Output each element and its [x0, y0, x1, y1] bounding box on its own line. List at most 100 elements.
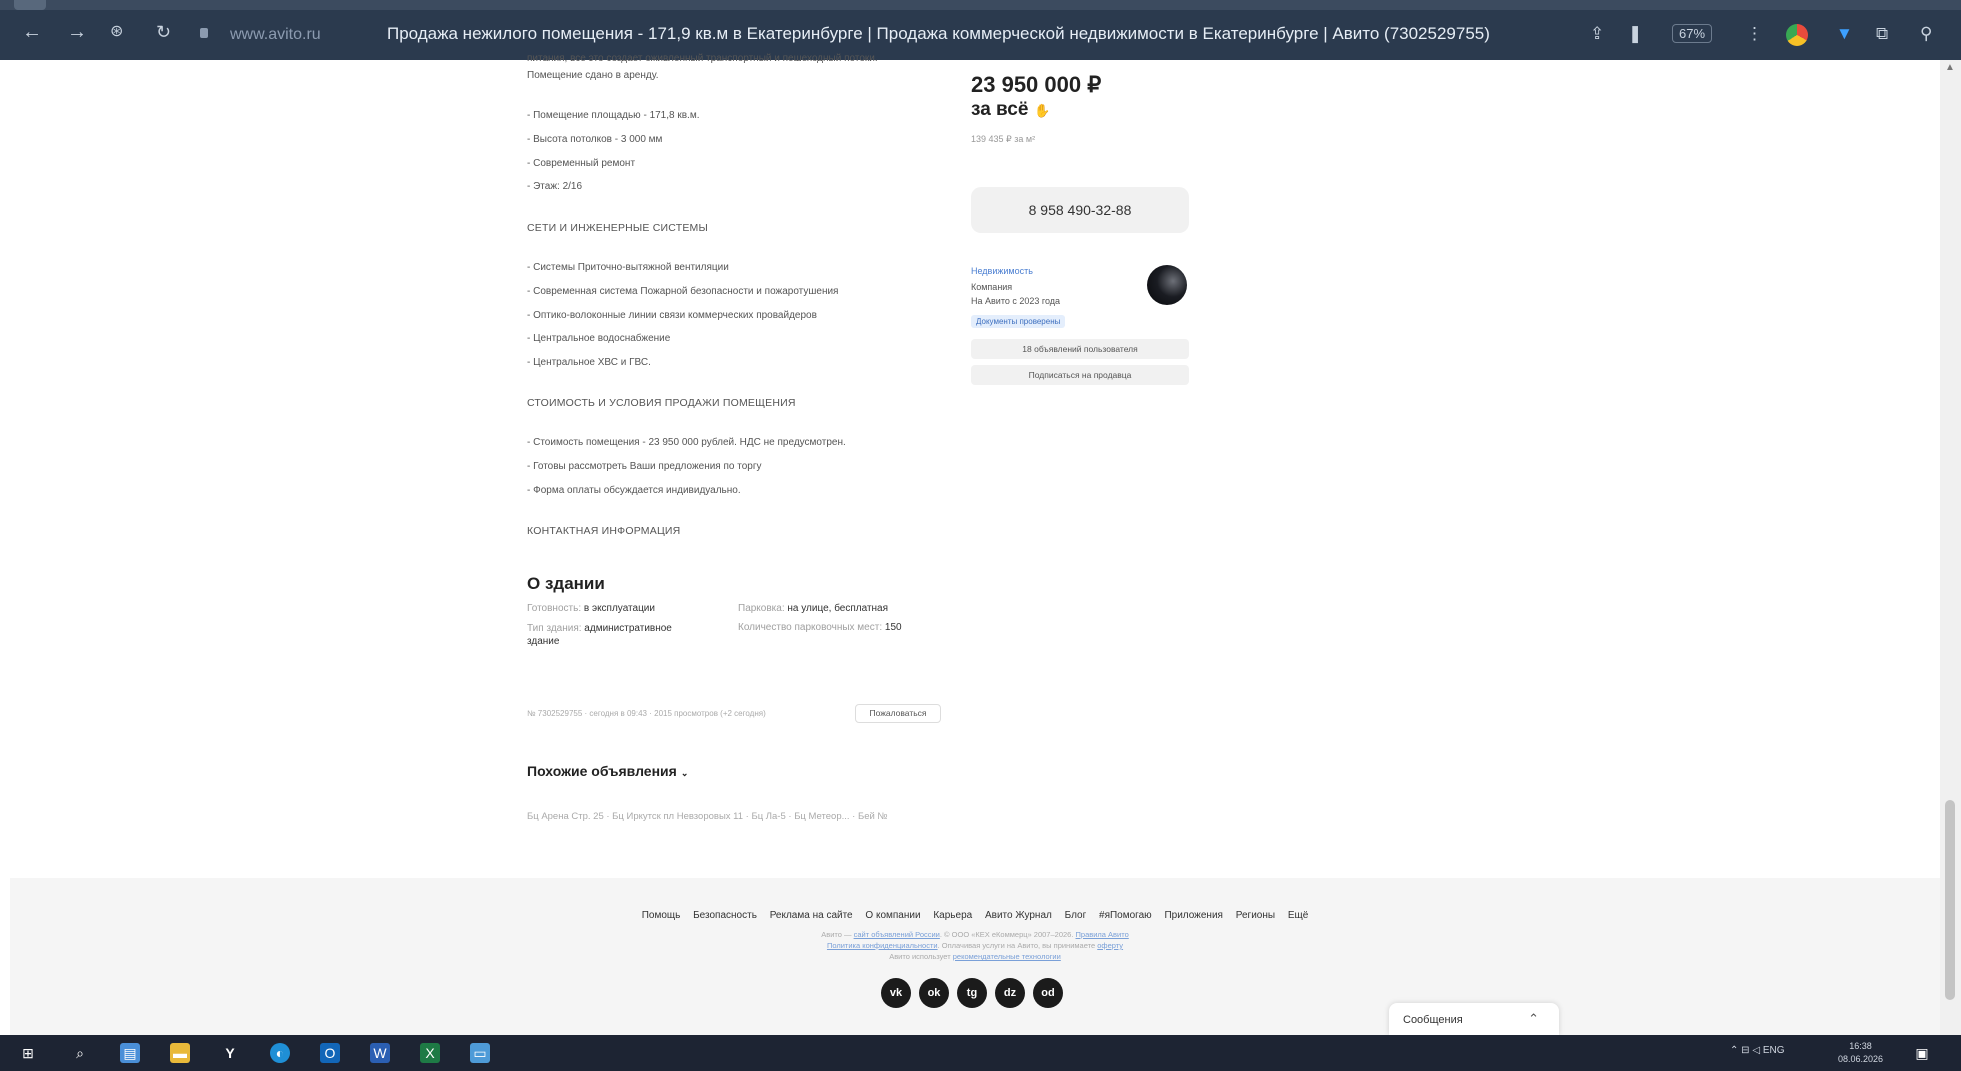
ad-meta-info: № 7302529755 · сегодня в 09:43 · 2015 пр…	[527, 709, 766, 718]
yandex-browser-icon[interactable]: Y	[220, 1043, 240, 1063]
footer-legal-2: Политика конфиденциальности. Оплачивая у…	[10, 941, 1940, 950]
extension-icon[interactable]	[1786, 24, 1808, 46]
messages-widget[interactable]: Сообщения ⌃	[1389, 1003, 1559, 1035]
tray-chevron-icon[interactable]: ⌃	[1730, 1045, 1738, 1056]
legal-link[interactable]: рекомендательные технологии	[953, 952, 1061, 961]
price-sub-label: за всё	[971, 99, 1029, 120]
show-phone-button[interactable]: 8 958 490-32-88	[971, 187, 1189, 233]
profile-icon[interactable]: ⚲	[1920, 24, 1932, 44]
about-row: Готовность: в эксплуатации	[527, 603, 655, 614]
about-row: Тип здания: административное здание	[527, 623, 672, 647]
hand-icon[interactable]: ✋	[1034, 103, 1050, 118]
network-item: - Центральное ХВС и ГВС.	[527, 357, 651, 368]
page-title-bar: Продажа нежилого помещения - 171,9 кв.м …	[387, 24, 1490, 43]
footer-legal-3: Авито использует рекомендательные технол…	[10, 952, 1940, 961]
address-bar[interactable]: www.avito.ru	[230, 26, 321, 44]
browser-toolbar: ← → ⊛ ↻ www.avito.ru Продажа нежилого по…	[0, 0, 1961, 60]
search-icon[interactable]: ⌕	[70, 1043, 90, 1063]
bookmark-icon[interactable]: ❚	[1628, 24, 1642, 44]
network-item: - Современная система Пожарной безопасно…	[527, 286, 839, 297]
language-indicator[interactable]: ENG	[1763, 1045, 1785, 1056]
windows-start-icon[interactable]: ⊞	[18, 1043, 38, 1063]
network-item: - Системы Приточно-вытяжной вентиляции	[527, 262, 729, 273]
complain-button[interactable]: Пожаловаться	[855, 704, 941, 723]
footer-link-journal[interactable]: Авито Журнал	[985, 910, 1052, 921]
footer-links: Помощь Безопасность Реклама на сайте О к…	[10, 910, 1940, 921]
lock-icon	[200, 28, 208, 38]
scrollbar-thumb[interactable]	[1945, 800, 1955, 1000]
word-icon[interactable]: W	[370, 1043, 390, 1063]
legal-link[interactable]: сайт объявлений России	[854, 930, 940, 939]
footer-link-more[interactable]: Ещё	[1288, 910, 1308, 921]
menu-dots-icon[interactable]: ⋮	[1746, 24, 1763, 44]
legal-text: . © ООО «КЕХ еКоммерц» 2007–2026.	[939, 930, 1076, 939]
outlook-icon[interactable]: O	[320, 1043, 340, 1063]
footer-link-blog[interactable]: Блог	[1065, 910, 1087, 921]
about-key: Тип здания	[527, 623, 579, 634]
odnoklassniki-icon[interactable]: od	[1033, 978, 1063, 1008]
taskbar-clock[interactable]: 16:38 08.06.2026	[1838, 1040, 1883, 1066]
chevron-up-icon[interactable]: ⌃	[1528, 1011, 1539, 1027]
network-item: - Центральное водоснабжение	[527, 333, 671, 344]
app-window-icon[interactable]: ▭	[470, 1043, 490, 1063]
about-key: Готовность	[527, 603, 579, 614]
ok-icon[interactable]: ok	[919, 978, 949, 1008]
description-rented: Помещение сдано в аренду.	[527, 70, 659, 81]
docs-checked-badge[interactable]: Документы проверены	[971, 315, 1066, 328]
seller-avatar[interactable]	[1147, 265, 1187, 305]
dzen-icon[interactable]: dz	[995, 978, 1025, 1008]
telegram-icon[interactable]: tg	[957, 978, 987, 1008]
share-icon[interactable]: ⇪	[1590, 24, 1604, 44]
about-value: на улице, бесплатная	[787, 603, 889, 614]
scrollbar[interactable]: ▲	[1940, 60, 1961, 1035]
scroll-up-icon[interactable]: ▲	[1945, 62, 1955, 73]
legal-link[interactable]: оферту	[1097, 941, 1123, 950]
cost-item: - Готовы рассмотреть Ваши предложения по…	[527, 461, 762, 472]
legal-text: . Оплачивая услуги на Авито, вы принимае…	[937, 941, 1098, 950]
downloads-icon[interactable]: ⧉	[1876, 24, 1888, 44]
footer-link-career[interactable]: Карьера	[933, 910, 972, 921]
seller-since: На Авито с 2023 года	[971, 296, 1061, 306]
reload-icon[interactable]: ↻	[156, 22, 171, 42]
about-row: Парковка: на улице, бесплатная	[738, 603, 889, 614]
description-cut-line: питания, все это создает оживленный тран…	[527, 53, 878, 64]
footer-link-safety[interactable]: Безопасность	[693, 910, 757, 921]
price-per-m2: 139 435 ₽ за м²	[971, 134, 1036, 144]
footer-link-regions[interactable]: Регионы	[1236, 910, 1275, 921]
back-icon[interactable]: ←	[22, 22, 42, 42]
seller-name-link[interactable]: Недвижимость	[971, 266, 1033, 276]
download-icon[interactable]: ▼	[1836, 24, 1853, 44]
subscribe-seller-button[interactable]: Подписаться на продавца	[971, 365, 1189, 385]
legal-link[interactable]: Политика конфиденциальности	[827, 941, 938, 950]
footer-link-apps[interactable]: Приложения	[1164, 910, 1223, 921]
browser-logo-icon[interactable]: ⊛	[110, 22, 123, 42]
seller-ads-button[interactable]: 18 объявлений пользователя	[971, 339, 1189, 359]
about-value: в эксплуатации	[583, 603, 655, 614]
edge-icon[interactable]: ◐	[270, 1043, 290, 1063]
system-tray[interactable]: ⌃ ⊟ ◁ ENG	[1730, 1045, 1785, 1056]
calculator-icon[interactable]: ▤	[120, 1043, 140, 1063]
clock-date: 08.06.2026	[1838, 1054, 1884, 1064]
zoom-indicator[interactable]: 67%	[1672, 24, 1713, 43]
about-key: Парковка	[738, 603, 782, 614]
footer-link-ads[interactable]: Реклама на сайте	[770, 910, 853, 921]
legal-link[interactable]: Правила Авито	[1076, 930, 1129, 939]
vk-icon[interactable]: vk	[881, 978, 911, 1008]
excel-icon[interactable]: X	[420, 1043, 440, 1063]
footer-link-about[interactable]: О компании	[865, 910, 920, 921]
file-explorer-icon[interactable]: ▬	[170, 1043, 190, 1063]
notifications-icon[interactable]: ▣	[1912, 1043, 1932, 1063]
legal-text: Авито —	[821, 930, 854, 939]
similar-ads-title[interactable]: Похожие объявления ⌄	[527, 763, 688, 779]
footer-link-help-tag[interactable]: #яПомогаю	[1099, 910, 1152, 921]
footer-link-help[interactable]: Помощь	[642, 910, 681, 921]
feature-item: - Современный ремонт	[527, 158, 636, 169]
similar-breadcrumbs[interactable]: Бц Арена Стр. 25 · Бц Иркутск пл Невзоро…	[527, 811, 888, 822]
volume-icon[interactable]: ◁	[1752, 1045, 1760, 1056]
network-icon[interactable]: ⊟	[1741, 1045, 1749, 1056]
about-building-title: О здании	[527, 574, 605, 593]
messages-label: Сообщения	[1403, 1014, 1463, 1026]
active-tab[interactable]	[14, 0, 46, 10]
forward-icon[interactable]: →	[67, 22, 87, 42]
about-key: Количество парковочных мест	[738, 622, 880, 633]
